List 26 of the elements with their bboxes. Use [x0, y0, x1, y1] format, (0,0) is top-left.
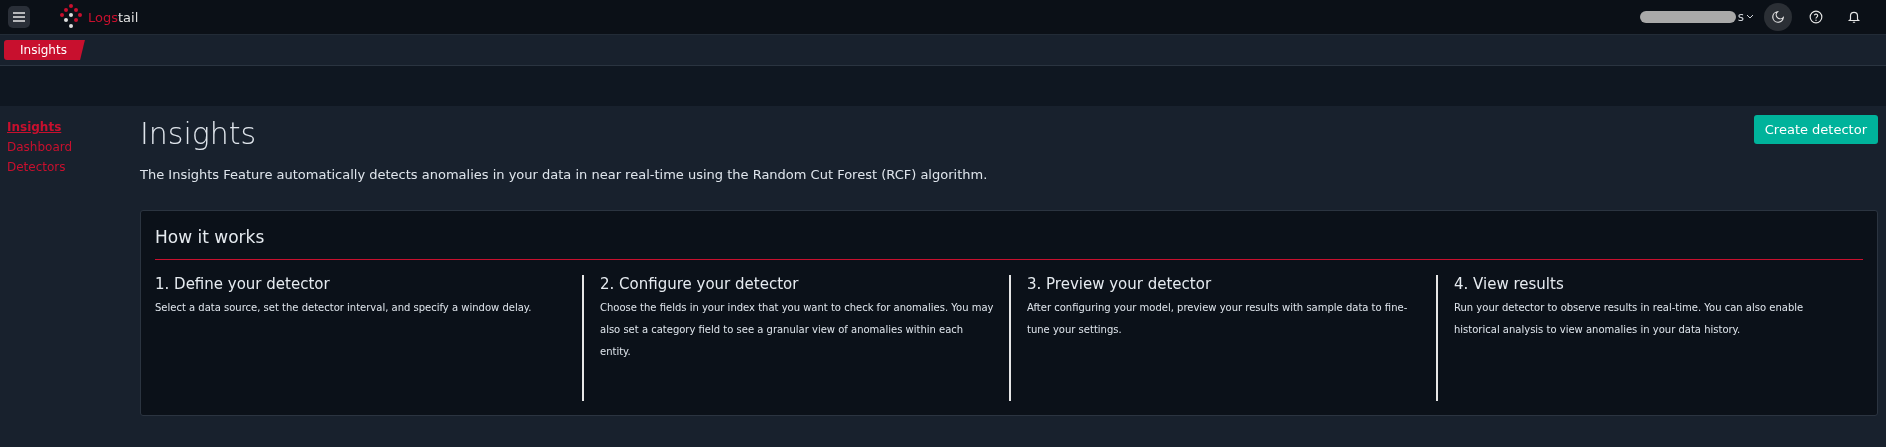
logo-text: Logstail: [88, 9, 139, 25]
sidebar-link[interactable]: Insights: [7, 120, 62, 134]
bell-icon: [1847, 10, 1861, 24]
step-description: Run your detector to observe results in real-time. You can also enable historical analysis to view anomalies in your data history.: [1454, 301, 1805, 337]
page-description: The Insights Feature automatically detects anomalies in your data in near real-time using the Random Cut Forest (RCF) algorithm.: [140, 167, 989, 182]
card-title: How it works: [155, 227, 1863, 260]
step-title: 4. View results: [1454, 275, 1565, 293]
page-title: Insights: [140, 116, 257, 151]
logo-icon: [60, 4, 84, 30]
step-description: Choose the fields in your index that you want to check for anomalies. You may also set a category field to see a granular view of anomalies within each entity.: [600, 301, 995, 359]
step-description: Select a data source, set the detector interval, and specify a window delay.: [155, 301, 533, 315]
moon-icon: [1771, 10, 1785, 24]
step-description: After configuring your model, preview your results with sample data to fine-tune your settings.: [1027, 301, 1409, 337]
chevron-down-icon: [1746, 14, 1754, 20]
create-detector-button[interactable]: Create detector: [1753, 115, 1878, 144]
sidebar-link[interactable]: Dashboard: [7, 140, 73, 154]
menu-icon: [12, 11, 26, 23]
sidebar-link[interactable]: Detectors: [7, 160, 66, 174]
theme-button[interactable]: [1764, 3, 1792, 31]
help-icon: [1809, 10, 1823, 24]
step-title: 3. Preview your detector: [1027, 275, 1213, 293]
step-title: 2. Configure your detector: [600, 275, 800, 293]
breadcrumb[interactable]: Insights: [4, 40, 85, 60]
menu-button[interactable]: [8, 6, 30, 28]
step-title: 1. Define your detector: [155, 275, 331, 293]
user-menu[interactable]: s: [1639, 10, 1754, 24]
